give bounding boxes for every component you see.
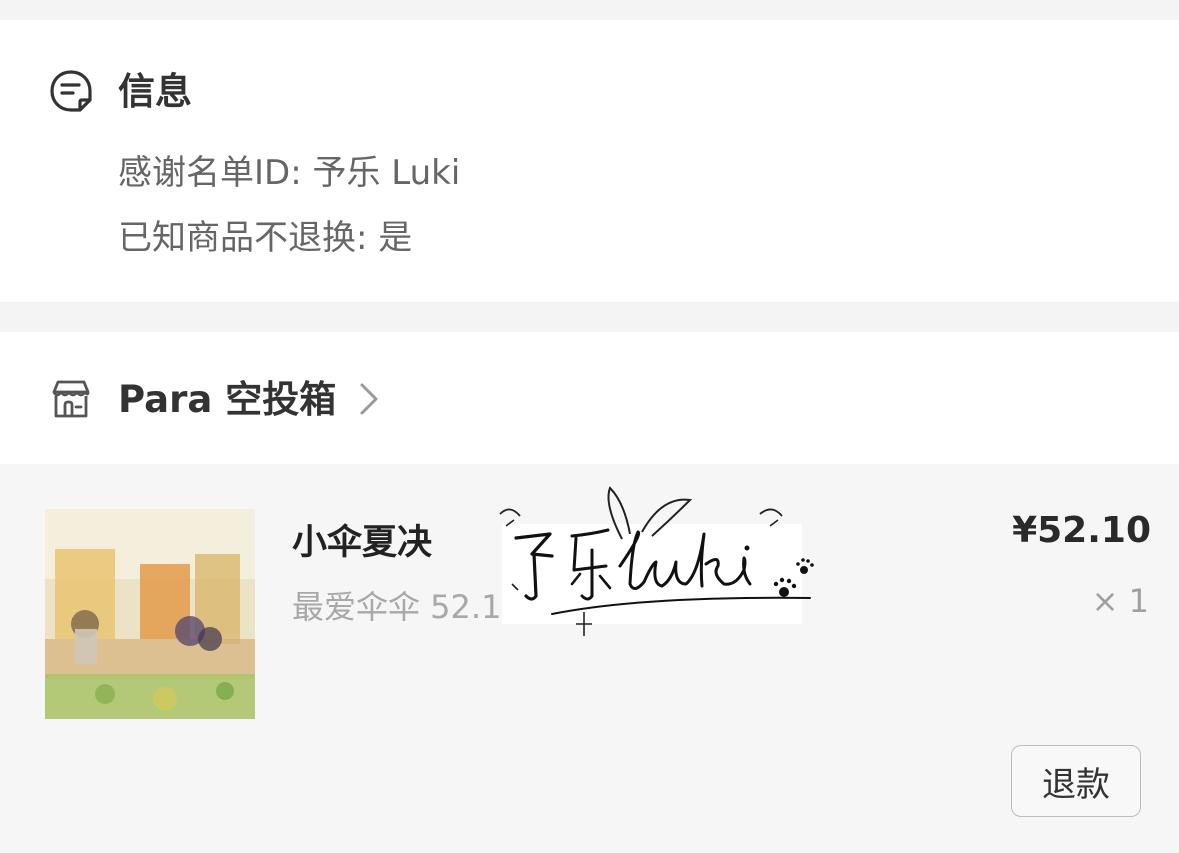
signature-watermark [492,474,822,644]
refund-button[interactable]: 退款 [1011,745,1141,817]
product-price: ¥52.10 [1012,510,1151,551]
chevron-right-icon[interactable] [358,381,380,417]
store-card[interactable]: Para 空投箱 [0,332,1179,464]
product-name[interactable]: 小伞夏决 [292,514,432,565]
shop-icon [48,376,94,422]
info-card: 信息 感谢名单ID: 予乐 Luki 已知商品不退换: 是 [0,20,1179,302]
product-thumbnail[interactable] [45,509,255,719]
product-spec: 最爱伞伞 52.1 [292,588,502,626]
no-return-acknowledged: 已知商品不退换: 是 [118,218,413,258]
info-title: 信息 [118,69,192,113]
store-name[interactable]: Para 空投箱 [118,381,336,418]
thanks-list-id: 感谢名单ID: 予乐 Luki [118,153,461,193]
order-item[interactable]: 小伞夏决 最爱伞伞 52.1 ¥52.10 × 1 退款 [0,464,1179,853]
message-note-icon [48,68,94,114]
info-header: 信息 [48,68,192,114]
product-quantity: × 1 [1091,582,1149,620]
store-header[interactable]: Para 空投箱 [48,376,380,422]
